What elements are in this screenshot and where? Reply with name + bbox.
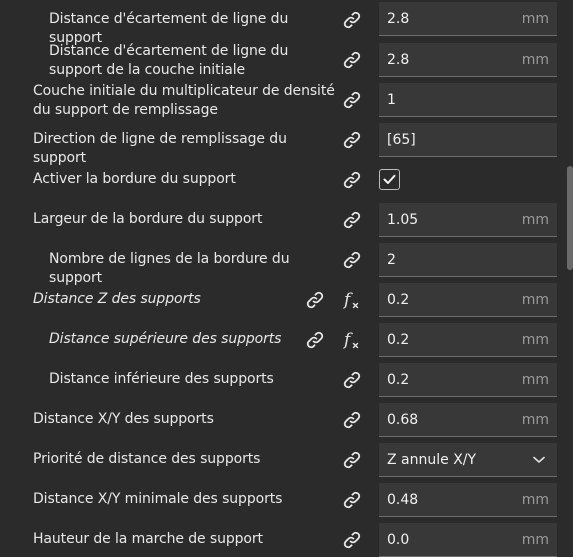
setting-row-step-height: Hauteur de la marche de support 0.0 mm [0, 520, 573, 557]
setting-value: 2 [387, 251, 396, 268]
setting-label: Priorité de distance des supports [33, 451, 261, 467]
setting-value: 0.0 [387, 531, 410, 548]
setting-value: 0.2 [387, 291, 410, 308]
link-icon[interactable] [341, 249, 363, 271]
setting-row-brim-line-count: Nombre de lignes de la bordure du suppor… [0, 240, 573, 286]
setting-unit: mm [521, 371, 549, 388]
link-icon[interactable] [341, 449, 363, 471]
setting-label: Distance Z des supports [33, 291, 201, 307]
link-icon[interactable] [341, 49, 363, 71]
setting-value: 0.68 [387, 411, 419, 428]
svg-text:f: f [342, 330, 353, 350]
link-icon[interactable] [341, 129, 363, 151]
setting-row-density-multiplier: Couche initiale du multiplicateur de den… [0, 80, 573, 120]
link-icon[interactable] [304, 329, 326, 351]
setting-input[interactable]: 0.2 mm [379, 283, 557, 317]
setting-row-brim-width: Largeur de la bordure du support 1.05 mm [0, 200, 573, 240]
setting-label: Couche initiale du multiplicateur de den… [33, 83, 335, 118]
setting-input[interactable]: 0.2 mm [379, 363, 557, 397]
setting-label: Distance X/Y des supports [33, 411, 214, 427]
link-icon[interactable] [341, 489, 363, 511]
setting-value: 0.48 [387, 491, 419, 508]
setting-unit: mm [521, 51, 549, 68]
setting-label: Distance X/Y minimale des supports [33, 491, 283, 507]
setting-unit: mm [521, 491, 549, 508]
setting-unit: mm [521, 10, 549, 27]
setting-input[interactable]: 2 [379, 243, 557, 277]
setting-row-infill-direction: Direction de ligne de remplissage du sup… [0, 120, 573, 166]
setting-label: Distance d'écartement de ligne du suppor… [49, 43, 289, 78]
link-icon[interactable] [341, 369, 363, 391]
svg-text:f: f [342, 290, 353, 310]
setting-value: 0.2 [387, 371, 410, 388]
setting-input[interactable]: 1.05 mm [379, 203, 557, 237]
link-icon[interactable] [341, 409, 363, 431]
setting-input[interactable]: 0.2 mm [379, 323, 557, 357]
setting-checkbox[interactable] [379, 169, 400, 190]
scrollbar[interactable] [567, 166, 573, 270]
setting-unit: mm [521, 211, 549, 228]
setting-row-enable-brim: Activer la bordure du support [0, 160, 573, 200]
setting-dropdown[interactable]: Z annule X/Y [379, 443, 557, 477]
setting-label: Largeur de la bordure du support [33, 211, 263, 227]
setting-input[interactable]: 2.8 mm [379, 2, 557, 36]
setting-unit: mm [521, 411, 549, 428]
setting-row-z-distance: Distance Z des supports f 0.2 mm [0, 280, 573, 320]
setting-row-line-distance: Distance d'écartement de ligne du suppor… [0, 0, 573, 46]
setting-value: 2.8 [387, 10, 410, 27]
setting-row-bottom-distance: Distance inférieure des supports 0.2 mm [0, 360, 573, 400]
setting-value: Z annule X/Y [387, 451, 477, 468]
setting-input[interactable]: 0.68 mm [379, 403, 557, 437]
setting-label: Hauteur de la marche de support [33, 531, 263, 547]
check-icon [383, 174, 396, 185]
setting-unit: mm [521, 531, 549, 548]
setting-row-xy-distance: Distance X/Y des supports 0.68 mm [0, 400, 573, 440]
setting-input[interactable]: 2.8 mm [379, 43, 557, 77]
setting-input[interactable]: 0.48 mm [379, 483, 557, 517]
setting-label: Activer la bordure du support [33, 171, 236, 187]
setting-value: 1.05 [387, 211, 419, 228]
link-icon[interactable] [341, 9, 363, 31]
setting-value: 2.8 [387, 51, 410, 68]
setting-input[interactable]: [65] [379, 123, 557, 157]
link-icon[interactable] [341, 209, 363, 231]
setting-value: 0.2 [387, 331, 410, 348]
setting-row-top-distance: Distance supérieure des supports f 0.2 m… [0, 320, 573, 360]
setting-value: [65] [387, 131, 416, 148]
chevron-down-icon [533, 456, 545, 464]
setting-value: 1 [387, 91, 396, 108]
link-icon[interactable] [341, 529, 363, 551]
setting-row-initial-line-distance: Distance d'écartement de ligne du suppor… [0, 40, 573, 80]
function-icon[interactable]: f [341, 329, 363, 351]
setting-unit: mm [521, 291, 549, 308]
link-icon[interactable] [341, 169, 363, 191]
link-icon[interactable] [304, 289, 326, 311]
setting-unit: mm [521, 331, 549, 348]
setting-input[interactable]: 1 [379, 83, 557, 117]
setting-row-min-xy-distance: Distance X/Y minimale des supports 0.48 … [0, 480, 573, 520]
setting-input[interactable]: 0.0 mm [379, 523, 557, 557]
setting-label: Distance supérieure des supports [49, 331, 282, 347]
link-icon[interactable] [341, 89, 363, 111]
function-icon[interactable]: f [341, 289, 363, 311]
setting-label: Distance inférieure des supports [49, 371, 274, 387]
setting-row-distance-priority: Priorité de distance des supports Z annu… [0, 440, 573, 480]
